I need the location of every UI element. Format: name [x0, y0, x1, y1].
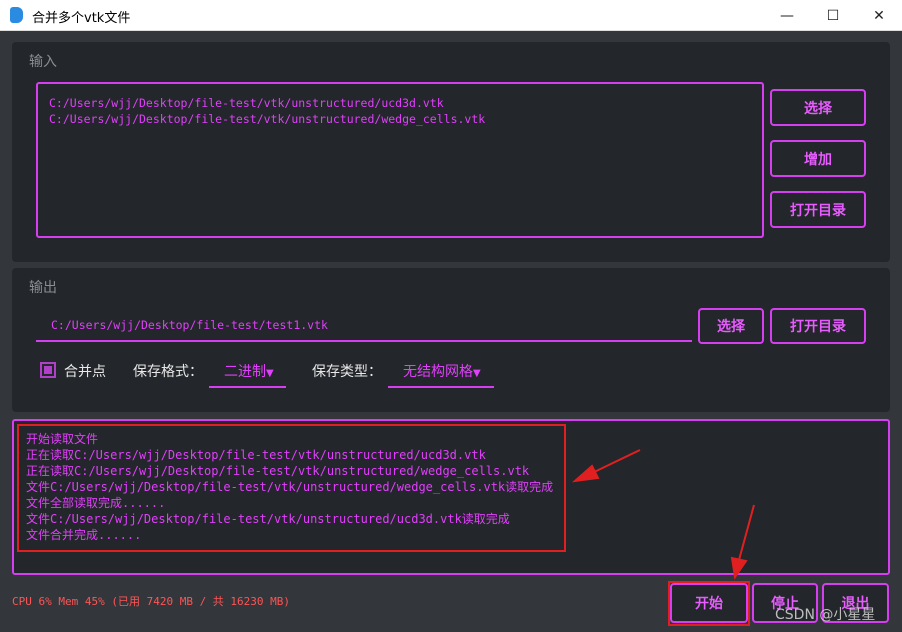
annotation-arrows: [571, 449, 755, 580]
arrow-icon: [571, 449, 641, 483]
arrow-icon: [730, 504, 755, 580]
